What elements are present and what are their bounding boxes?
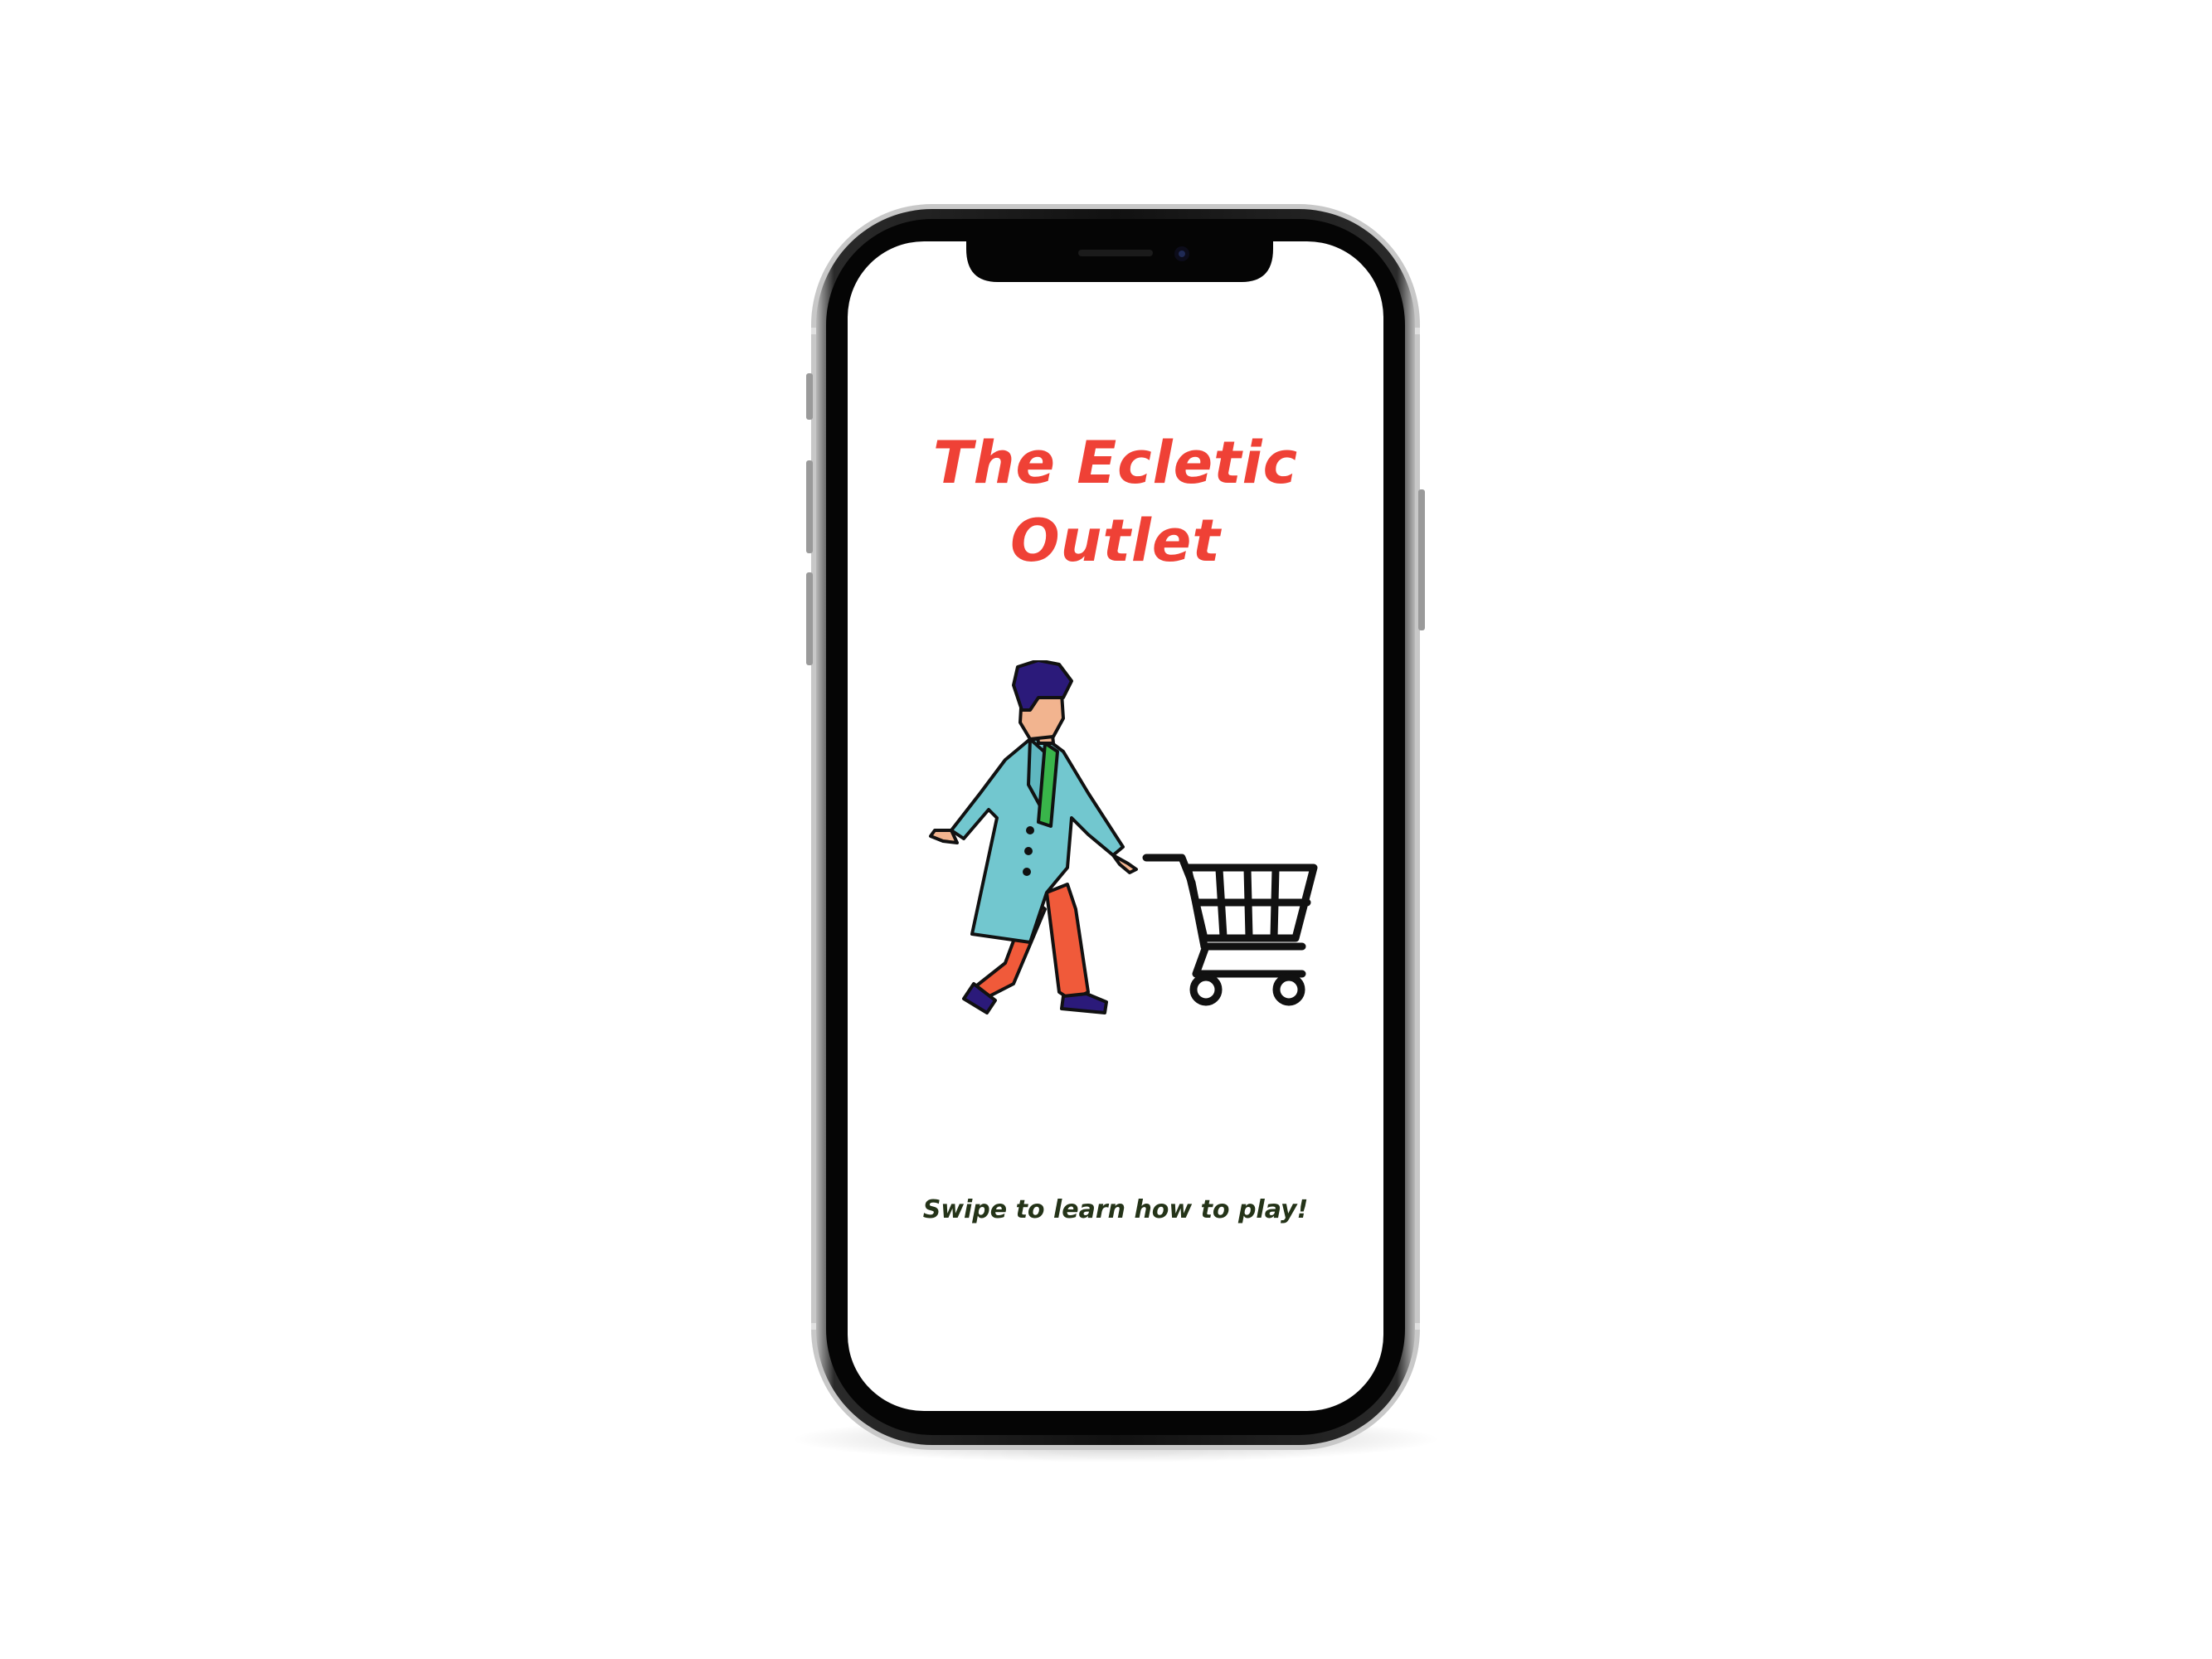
app-title-line-1: The Ecletic bbox=[932, 429, 1299, 497]
app-screen[interactable]: The Ecletic Outlet Swipe to learn how to… bbox=[848, 241, 1383, 1411]
app-title-line-2: Outlet bbox=[1010, 507, 1221, 575]
shopping-cart-icon bbox=[1142, 854, 1318, 1006]
app-title: The Ecletic Outlet bbox=[848, 424, 1383, 580]
swipe-hint[interactable]: Swipe to learn how to play! bbox=[848, 1195, 1383, 1224]
shopper-pushing-cart-illustration bbox=[929, 660, 1318, 1014]
mockup-stage: The Ecletic Outlet Swipe to learn how to… bbox=[0, 0, 2212, 1659]
